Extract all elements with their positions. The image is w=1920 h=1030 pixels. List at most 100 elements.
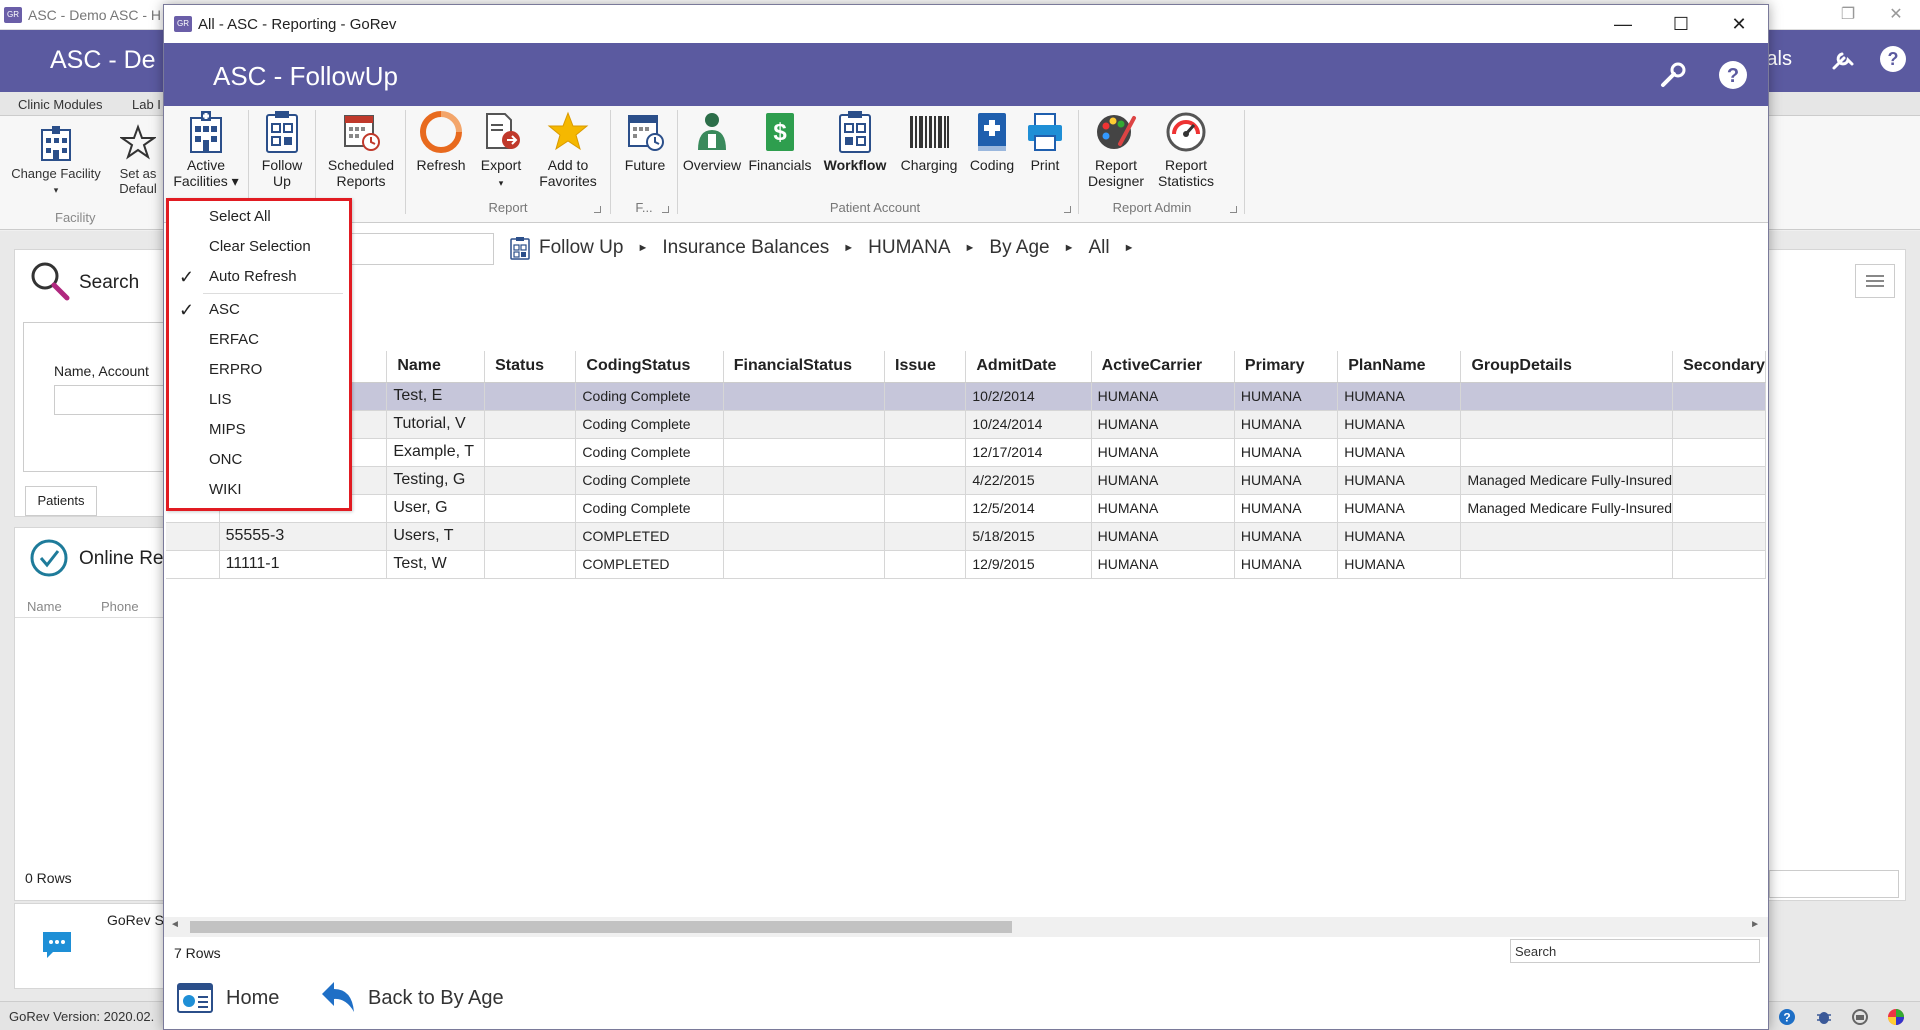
print-button[interactable]: Print — [1020, 110, 1070, 173]
ribbon-group-patient-account-label: Patient Account — [829, 200, 921, 215]
column-header[interactable]: GroupDetails — [1460, 351, 1674, 383]
back-label: Back to By Age — [368, 986, 504, 1009]
financials-button[interactable]: $ Financials — [744, 110, 816, 173]
export-icon — [486, 113, 520, 149]
menu-item-label: MIPS — [209, 421, 246, 438]
column-header[interactable]: Secondary — [1672, 351, 1766, 383]
menu-item-wiki[interactable]: WIKI — [169, 476, 349, 504]
overview-button[interactable]: Overview — [680, 110, 744, 173]
active-facilities-button[interactable]: Active Facilities ▾ — [170, 110, 242, 189]
tools-icon[interactable] — [1657, 59, 1689, 91]
table-cell — [884, 438, 967, 467]
report-search-input[interactable] — [344, 233, 494, 265]
scrollbar-thumb[interactable] — [190, 921, 1012, 933]
menu-item-auto-refresh[interactable]: ✓ Auto Refresh — [169, 263, 349, 291]
coding-button[interactable]: Coding — [964, 110, 1020, 173]
close-button[interactable]: ✕ — [1710, 5, 1768, 43]
background-close-icon[interactable]: ✕ — [1872, 0, 1920, 30]
breadcrumb-humana[interactable]: HUMANA — [868, 237, 950, 259]
table-row[interactable]: User, G Coding Complete 12/5/2014 HUMANA HUM… — [166, 494, 1766, 523]
right-panel-input[interactable] — [1769, 870, 1899, 898]
table-row[interactable]: Test, E Coding Complete 10/2/2014 HUMANA HUM… — [166, 382, 1766, 411]
tools-icon[interactable] — [1828, 44, 1858, 74]
report-statistics-button[interactable]: Report Statistics — [1150, 110, 1222, 189]
star-icon — [547, 111, 589, 151]
future-button[interactable]: Future — [614, 110, 676, 173]
follow-up-label-1: Follow — [261, 157, 303, 173]
refresh-label: Refresh — [416, 157, 466, 173]
export-button[interactable]: Export ▾ — [474, 110, 528, 191]
table-row[interactable]: Example, T Coding Complete 12/17/2014 HUMAN… — [166, 438, 1766, 467]
column-header[interactable]: AdmitDate — [965, 351, 1092, 383]
column-header[interactable]: Status — [484, 351, 577, 383]
add-to-favorites-label-2: Favorites — [539, 173, 597, 189]
menu-item-onc[interactable]: ONC — [169, 446, 349, 474]
barcode-icon — [910, 116, 949, 148]
refresh-button[interactable]: Refresh — [408, 110, 474, 173]
breadcrumb-all[interactable]: All — [1089, 237, 1110, 259]
column-header[interactable]: PlanName — [1337, 351, 1462, 383]
menu-item-clear-selection[interactable]: Clear Selection — [169, 233, 349, 261]
svg-text:$: $ — [773, 119, 787, 146]
group-expand-icon[interactable] — [594, 206, 601, 213]
help-icon[interactable]: ? — [1878, 44, 1908, 74]
table-row[interactable]: 11111-1 Test, W COMPLETED 12/9/2015 HUMANA HU… — [166, 550, 1766, 579]
table-cell: HUMANA — [1234, 550, 1339, 579]
scroll-left-icon[interactable]: ◄ — [170, 919, 180, 930]
menu-item-erpro[interactable]: ERPRO — [169, 356, 349, 384]
workflow-button[interactable]: Workflow — [816, 110, 894, 173]
set-as-default-button[interactable]: Set as Defaul — [110, 124, 166, 196]
menu-lines-icon[interactable] — [1855, 264, 1895, 298]
tab-lab[interactable]: Lab I — [132, 97, 161, 112]
minimize-button[interactable]: — — [1594, 5, 1652, 43]
column-header[interactable]: Primary — [1234, 351, 1339, 383]
group-expand-icon[interactable] — [662, 206, 669, 213]
home-button[interactable]: Home — [174, 977, 279, 1019]
maximize-button[interactable]: ☐ — [1652, 5, 1710, 43]
horizontal-scrollbar[interactable]: ◄ ► — [164, 917, 1768, 937]
change-facility-button[interactable]: Change Facility ▾ — [8, 124, 104, 198]
breadcrumb-by-age[interactable]: By Age — [989, 237, 1049, 259]
menu-item-select-all[interactable]: Select All — [169, 203, 349, 231]
menu-separator — [203, 293, 343, 294]
name-account-input[interactable] — [54, 385, 174, 415]
table-cell: Coding Complete — [575, 494, 724, 523]
table-body: Test, E Coding Complete 10/2/2014 HUMANA HUM… — [166, 382, 1766, 579]
table-row[interactable]: 55555-3 Users, T COMPLETED 5/18/2015 HUMANA H… — [166, 522, 1766, 551]
breadcrumb-insurance-balances[interactable]: Insurance Balances — [662, 237, 829, 259]
menu-item-mips[interactable]: MIPS — [169, 416, 349, 444]
column-header[interactable]: Issue — [884, 351, 967, 383]
group-expand-icon[interactable] — [1230, 206, 1237, 213]
column-header[interactable]: Name — [386, 351, 486, 383]
grid-search-input[interactable]: Search — [1510, 939, 1760, 963]
background-restore-icon[interactable]: ❐ — [1824, 0, 1872, 30]
follow-up-button[interactable]: Follow Up — [252, 110, 312, 189]
charging-button[interactable]: Charging — [896, 110, 962, 173]
add-to-favorites-button[interactable]: Add to Favorites — [528, 110, 608, 189]
scheduled-reports-button[interactable]: Scheduled Reports — [320, 110, 402, 189]
report-statistics-label-2: Statistics — [1157, 173, 1214, 189]
menu-item-erfac[interactable]: ERFAC — [169, 326, 349, 354]
menu-item-lis[interactable]: LIS — [169, 386, 349, 414]
ribbon-separator — [1244, 110, 1245, 214]
report-designer-button[interactable]: Report Designer — [1082, 110, 1150, 189]
chevron-right-icon[interactable]: ► — [1124, 242, 1135, 254]
menu-item-asc[interactable]: ✓ ASC — [169, 296, 349, 324]
table-cell — [484, 522, 577, 551]
column-header[interactable]: ActiveCarrier — [1091, 351, 1235, 383]
back-arrow-icon — [322, 982, 354, 1012]
group-expand-icon[interactable] — [1064, 206, 1071, 213]
tab-clinic-modules[interactable]: Clinic Modules — [18, 97, 103, 112]
scroll-right-icon[interactable]: ► — [1750, 919, 1760, 930]
back-button[interactable]: Back to By Age — [318, 977, 504, 1019]
table-row[interactable]: Tutorial, V Coding Complete 10/24/2014 HUMA… — [166, 410, 1766, 439]
report-designer-label-1: Report — [1094, 157, 1138, 173]
column-header[interactable]: CodingStatus — [575, 351, 724, 383]
table-row[interactable]: Testing, G Coding Complete 4/22/2015 HUMANA… — [166, 466, 1766, 495]
help-icon[interactable]: ? — [1717, 59, 1749, 91]
ribbon-group-report-label: Report — [488, 200, 528, 215]
breadcrumb-follow-up[interactable]: Follow Up — [539, 237, 623, 259]
column-header[interactable]: FinancialStatus — [723, 351, 886, 383]
tab-patients[interactable]: Patients — [25, 486, 97, 516]
active-facilities-dropdown: Select All Clear Selection ✓ Auto Refresh… — [166, 198, 352, 511]
